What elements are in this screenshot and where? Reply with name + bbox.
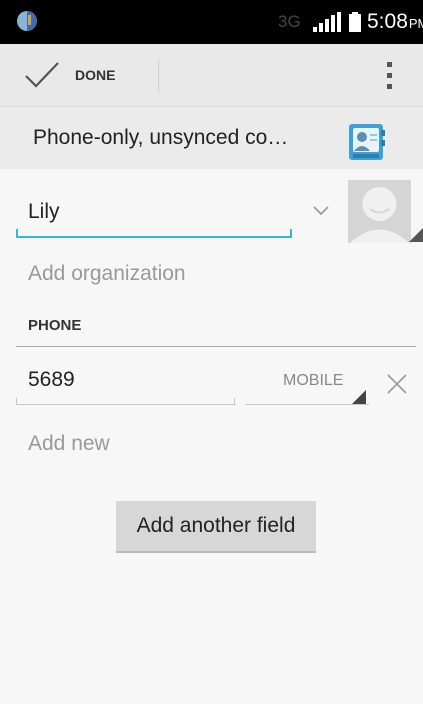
account-label: Phone-only, unsynced co…	[33, 126, 289, 149]
notification-app-icon	[17, 11, 37, 31]
add-organization-button[interactable]: Add organization	[28, 262, 186, 286]
clock-period: PM	[408, 16, 423, 31]
name-field-tick-left	[16, 229, 18, 237]
action-bar-divider	[158, 60, 159, 92]
status-bar: 3G 5:08PM	[0, 0, 423, 44]
done-button[interactable]: DONE	[0, 44, 158, 106]
phone-field-tick-left	[16, 398, 17, 404]
photo-corner-indicator	[409, 228, 423, 242]
spinner-corner-indicator	[352, 390, 366, 404]
add-another-field-button[interactable]: Add another field	[116, 501, 316, 553]
contacts-app-icon	[349, 124, 385, 160]
phone-number-field[interactable]	[16, 360, 236, 400]
action-bar: DONE	[0, 44, 423, 107]
phone-number-underline	[16, 404, 236, 405]
network-type: 3G	[278, 12, 301, 31]
default-contact-photo-icon	[348, 180, 411, 243]
done-label: DONE	[75, 67, 116, 83]
name-field[interactable]	[16, 186, 292, 238]
phone-type-label: MOBILE	[283, 372, 344, 389]
phone-section-header: PHONE	[28, 317, 82, 334]
close-icon[interactable]	[384, 371, 410, 397]
name-field-underline	[16, 236, 292, 238]
contact-photo[interactable]	[348, 180, 411, 243]
add-new-phone-button[interactable]: Add new	[28, 432, 110, 456]
name-field-tick-right	[290, 229, 292, 237]
account-row[interactable]: Phone-only, unsynced co…	[0, 107, 423, 169]
signal-bars-icon	[313, 12, 341, 32]
battery-icon	[349, 12, 361, 32]
chevron-down-icon[interactable]	[312, 204, 330, 216]
phone-type-spinner[interactable]: MOBILE	[245, 360, 369, 406]
overflow-menu-icon[interactable]	[381, 60, 399, 92]
checkmark-icon	[25, 62, 59, 88]
section-divider	[16, 346, 416, 347]
clock-time: 5:08	[367, 10, 408, 33]
clock: 5:08PM	[367, 10, 423, 34]
phone-type-underline	[245, 404, 369, 405]
phone-field-tick-right	[234, 398, 235, 404]
